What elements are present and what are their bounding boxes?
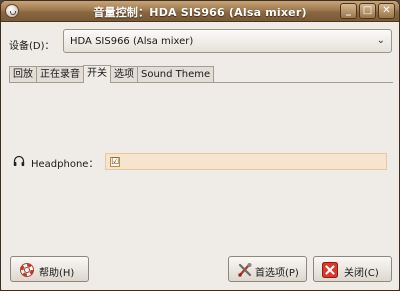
minimize-button[interactable]: _ <box>340 3 357 19</box>
preferences-button[interactable]: 首选项(P) <box>228 256 307 282</box>
help-button-label: 帮助(H) <box>39 268 75 279</box>
mixer-tabs: 回放 正在录音 开关 选项 Sound Theme <box>9 65 215 83</box>
close-button-label: 关闭(C) <box>344 268 379 279</box>
window-controls: _ □ ✕ <box>340 3 395 19</box>
device-select-value: HDA SIS966 (Alsa mixer) <box>70 36 194 47</box>
tab-recording[interactable]: 正在录音 <box>36 66 84 83</box>
device-select[interactable]: HDA SIS966 (Alsa mixer) ⌄ <box>63 29 392 53</box>
switch-label: Headphone： <box>31 159 99 170</box>
tab-options[interactable]: 选项 <box>110 66 138 83</box>
volume-control-window: 音量控制：HDA SIS966 (Alsa mixer) _ □ ✕ 设备(D)… <box>0 0 400 291</box>
title-bar[interactable]: 音量控制：HDA SIS966 (Alsa mixer) _ □ ✕ <box>1 1 399 22</box>
help-button[interactable]: 帮助(H) <box>10 256 89 282</box>
preferences-button-label: 首选项(P) <box>255 268 299 279</box>
tab-switches[interactable]: 开关 <box>83 65 111 83</box>
headphone-icon <box>13 155 25 166</box>
close-red-icon <box>322 262 338 278</box>
chevron-down-icon: ⌄ <box>376 35 385 46</box>
maximize-button[interactable]: □ <box>359 3 376 19</box>
close-window-button[interactable]: ✕ <box>378 3 395 19</box>
help-lifebuoy-icon <box>20 263 34 277</box>
switch-row-headphone: Headphone： ☑ <box>13 153 387 170</box>
switch-toggle-area[interactable]: ☑ <box>105 153 387 170</box>
headphone-checkbox[interactable]: ☑ <box>110 157 120 167</box>
preferences-tools-icon <box>238 263 252 277</box>
close-button[interactable]: 关闭(C) <box>313 256 392 282</box>
tab-sound-theme[interactable]: Sound Theme <box>137 66 215 83</box>
tab-playback[interactable]: 回放 <box>9 66 37 83</box>
device-label: 设备(D)： <box>9 41 55 52</box>
